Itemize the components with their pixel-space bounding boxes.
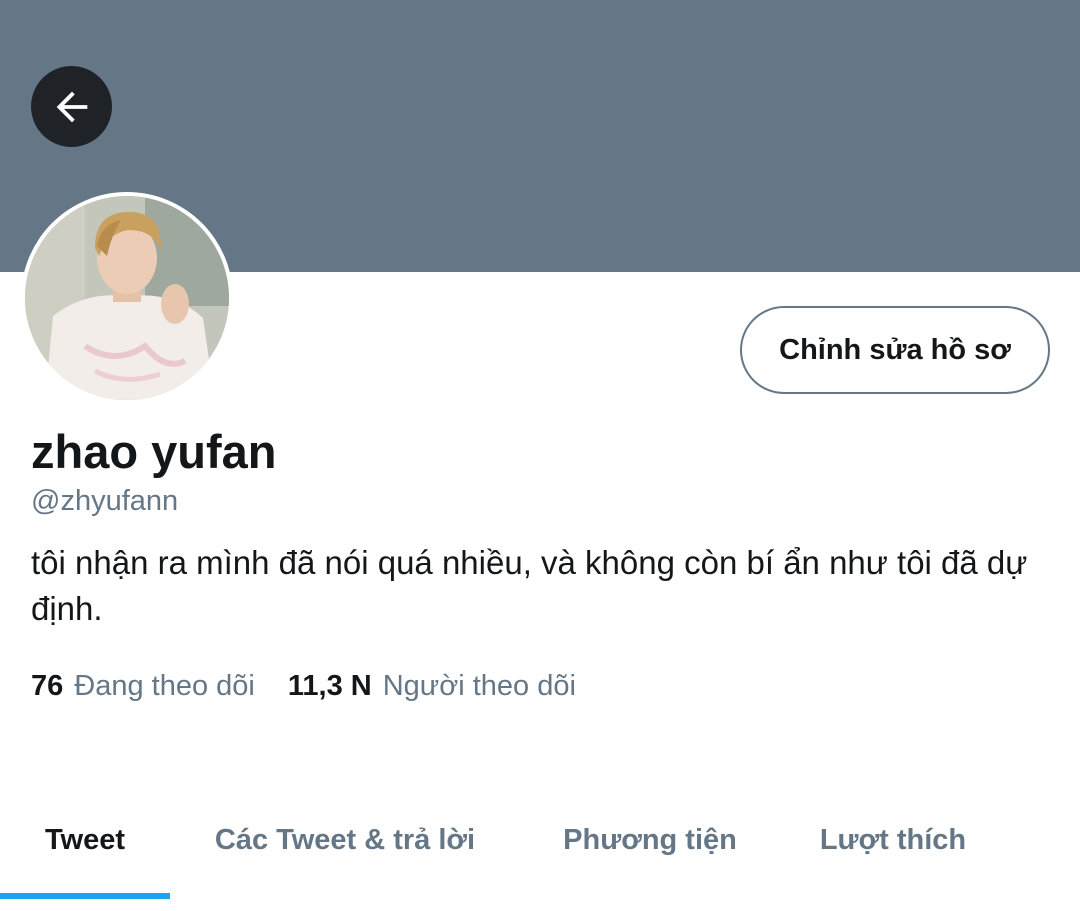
tab-tweets[interactable]: Tweet	[0, 790, 170, 890]
arrow-left-icon	[56, 91, 87, 122]
followers-count: 11,3 N	[287, 670, 372, 702]
tab-likes[interactable]: Lượt thích	[800, 790, 986, 890]
following-stat[interactable]: 76 Đang theo dõi	[31, 670, 255, 703]
edit-profile-button[interactable]: Chỉnh sửa hồ sơ	[740, 306, 1050, 394]
tab-tweets-and-replies[interactable]: Các Tweet & trả lời	[190, 790, 500, 890]
avatar-photo	[25, 196, 229, 400]
followers-label: Người theo dõi	[382, 670, 576, 702]
user-handle: @zhyufann	[31, 485, 179, 517]
display-name: zhao yufan	[31, 425, 277, 478]
followers-stat[interactable]: 11,3 N Người theo dõi	[288, 670, 576, 703]
following-label: Đang theo dõi	[74, 670, 255, 702]
profile-page: Chỉnh sửa hồ sơ zhao yufan @zhyufann tôi…	[0, 0, 1080, 911]
tab-media[interactable]: Phương tiện	[545, 790, 755, 890]
avatar[interactable]	[21, 192, 233, 404]
follow-stats: 76 Đang theo dõi 11,3 N Người theo dõi	[31, 670, 576, 703]
profile-tabs: Tweet Các Tweet & trả lời Phương tiện Lư…	[0, 790, 1080, 900]
profile-bio: tôi nhận ra mình đã nói quá nhiều, và kh…	[31, 544, 1028, 627]
following-count: 76	[31, 670, 64, 702]
active-tab-indicator	[0, 893, 170, 899]
back-button[interactable]	[31, 66, 112, 147]
